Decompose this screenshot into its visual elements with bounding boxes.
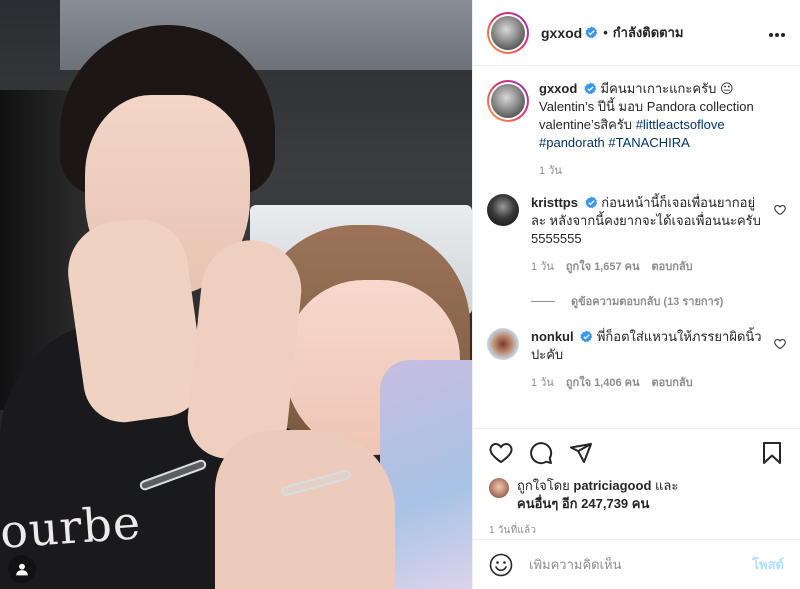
verified-badge-icon [585,26,598,39]
more-options-button[interactable] [768,22,786,43]
author-username[interactable]: gxxod [541,25,582,41]
caption-avatar[interactable] [491,84,525,118]
header-separator: • [603,25,608,40]
comment-icon[interactable] [529,441,553,465]
verified-badge-icon [584,196,597,209]
post-comment-button[interactable]: โพสต์ [752,554,784,575]
tagged-users-button[interactable] [8,555,36,583]
commenter-username[interactable]: kristtps [531,195,578,210]
others-likes-link[interactable]: คนอื่นๆ อีก 247,739 คน [517,496,649,511]
share-icon[interactable] [569,441,593,465]
action-icons-row [489,439,784,467]
comment-input[interactable] [529,557,753,572]
bookmark-icon[interactable] [760,441,784,465]
post-caption: gxxod มีคนมาเกาะแกะครับ 😐 Valentin’s ปีน… [487,80,786,180]
photo-shirt-print: ourbe [0,495,143,559]
comment-likes[interactable]: ถูกใจ 1,406 คน [566,374,640,392]
author-avatar[interactable] [491,15,525,50]
add-comment-bar: โพสต์ [473,539,800,589]
comment-time[interactable]: 1 วัน [531,258,554,276]
like-comment-heart-icon[interactable] [774,338,786,350]
instagram-post: ourbe gxxod • กำลังติดตาม gxxod มีคนมาเก… [0,0,800,589]
author-avatar-ring[interactable] [487,11,529,54]
heart-icon[interactable] [489,441,513,465]
comment-item: kristtps ก่อนหน้านี้ก็เจอเพื่อนยากอยู่ละ… [487,194,786,276]
view-replies-label[interactable]: ดูข้อความตอบกลับ (13 รายการ) [571,292,723,310]
liked-by-prefix: ถูกใจโดย [517,478,570,493]
more-horizontal-icon [769,33,785,37]
commenter-avatar[interactable] [487,194,519,226]
hashtag-link[interactable]: #TANACHIRA [608,135,689,150]
hashtag-link[interactable]: #pandorath [539,135,605,150]
post-photo[interactable]: ourbe [0,0,472,589]
comment-time[interactable]: 1 วัน [531,374,554,392]
caption-username[interactable]: gxxod [539,81,577,96]
verified-badge-icon [580,330,593,343]
reply-button[interactable]: ตอบกลับ [652,258,693,276]
reply-button[interactable]: ตอบกลับ [652,374,693,392]
following-button[interactable]: กำลังติดตาม [613,22,684,43]
commenter-username[interactable]: nonkul [531,329,574,344]
photo-arm [215,430,395,589]
comments-feed[interactable]: gxxod มีคนมาเกาะแกะครับ 😐 Valentin’s ปีน… [473,66,800,428]
caption-time[interactable]: 1 วัน [539,162,562,180]
post-actions: ถูกใจโดย patriciagood และ คนอื่นๆ อีก 24… [473,428,800,538]
replies-divider [531,300,555,302]
commenter-avatar[interactable] [487,328,519,360]
view-replies-button[interactable]: ดูข้อความตอบกลับ (13 รายการ) [531,292,786,310]
post-header: gxxod • กำลังติดตาม [473,0,800,66]
like-comment-heart-icon[interactable] [774,204,786,216]
caption-avatar-ring[interactable] [487,80,529,122]
post-side-panel: gxxod • กำลังติดตาม gxxod มีคนมาเกาะแกะค… [472,0,800,589]
user-icon [16,563,28,576]
likes-summary: ถูกใจโดย patriciagood และ คนอื่นๆ อีก 24… [489,477,784,513]
liker-username[interactable]: patriciagood [573,478,651,493]
comment-item: nonkul พี่ก็อตใส่แหวนให้ภรรยาผิดนิ้วปะคั… [487,328,786,392]
post-timestamp[interactable]: 1 วันที่แล้ว [489,523,784,538]
hashtag-link[interactable]: #littleactsoflove [636,117,725,132]
liked-by-and: และ [655,478,679,493]
verified-badge-icon [584,82,597,95]
liker-avatar[interactable] [489,478,509,498]
emoji-icon[interactable] [489,553,513,577]
comment-likes[interactable]: ถูกใจ 1,657 คน [566,258,640,276]
